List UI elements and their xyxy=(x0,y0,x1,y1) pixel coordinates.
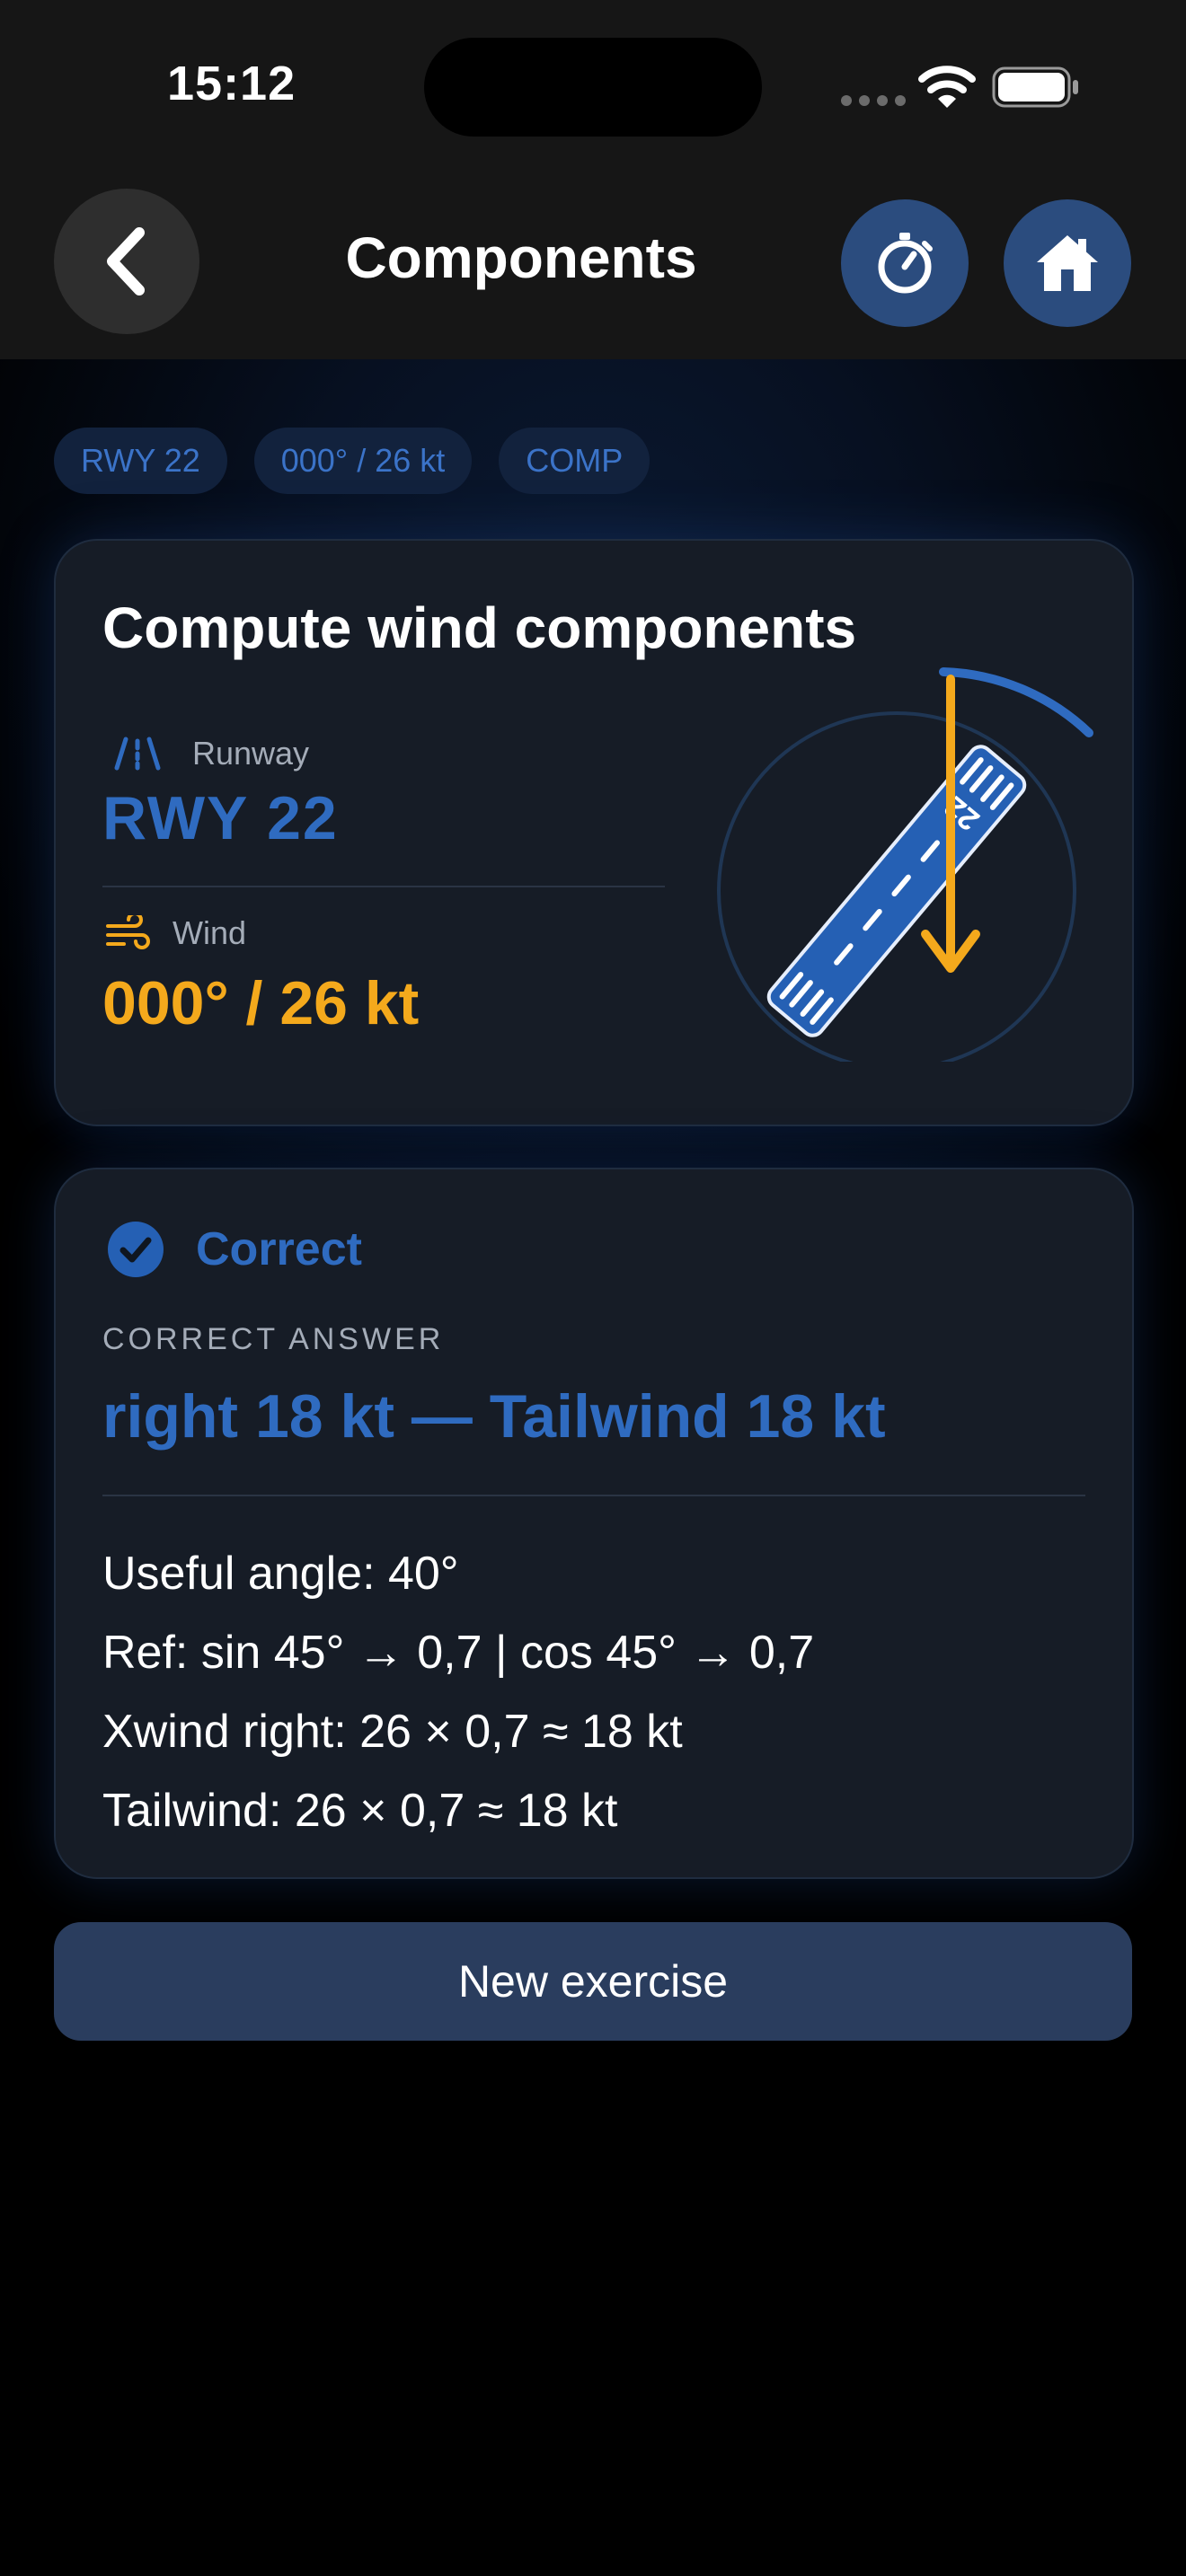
check-circle-icon xyxy=(108,1222,164,1277)
runway-label: Runway xyxy=(192,735,310,772)
status-time: 15:12 xyxy=(167,57,296,110)
explanation-line: Ref: sin 45° → 0,7 | cos 45° → 0,7 xyxy=(102,1627,815,1679)
explanation: Useful angle: 40° Ref: sin 45° → 0,7 | c… xyxy=(102,1534,814,1850)
result-status: Correct xyxy=(106,1220,362,1279)
divider xyxy=(102,1495,1085,1496)
chevron-left-icon xyxy=(107,227,145,296)
answer-caption: CORRECT ANSWER xyxy=(102,1322,445,1356)
cellular-signal-icon xyxy=(841,95,906,106)
explanation-line: Xwind right: 26 × 0,7 ≈ 18 kt xyxy=(102,1706,683,1758)
wind-icon xyxy=(106,915,150,949)
answer-value: right 18 kt — Tailwind 18 kt xyxy=(102,1382,886,1451)
status-text: Correct xyxy=(196,1223,362,1275)
wind-runway-diagram: 22 xyxy=(717,667,1093,1062)
wind-value: 000° / 26 kt xyxy=(102,969,420,1037)
explanation-line: Tailwind: 26 × 0,7 ≈ 18 kt xyxy=(102,1785,618,1837)
tag-chips: RWY 22 000° / 26 kt COMP xyxy=(54,428,651,494)
page-title: Components xyxy=(345,225,697,290)
explanation-line: Useful angle: 40° xyxy=(102,1548,459,1600)
wind-row: Wind xyxy=(104,914,246,952)
result-card: Correct CORRECT ANSWER right 18 kt — Tai… xyxy=(54,1168,1134,1879)
home-icon xyxy=(1037,235,1098,291)
screen: 15:12 Components RWY 22 000° / 26 kt COM… xyxy=(0,0,1186,2576)
chip-runway: RWY 22 xyxy=(54,428,227,494)
back-button[interactable] xyxy=(54,189,199,334)
question-card: Compute wind components Runway RWY 22 Wi… xyxy=(54,539,1134,1126)
dynamic-island xyxy=(424,38,762,137)
wind-arc xyxy=(939,667,1093,737)
chip-wind: 000° / 26 kt xyxy=(253,428,473,494)
runway-strip: 22 xyxy=(766,745,1027,1037)
stopwatch-icon xyxy=(878,233,933,294)
runway-icon xyxy=(114,737,161,771)
home-button[interactable] xyxy=(1004,199,1131,327)
battery-icon xyxy=(992,66,1078,108)
wind-label: Wind xyxy=(173,914,247,951)
new-exercise-button[interactable]: New exercise xyxy=(54,1922,1132,2041)
divider xyxy=(102,886,665,887)
runway-row: Runway xyxy=(106,735,309,772)
timer-button[interactable] xyxy=(841,199,969,327)
wifi-icon xyxy=(918,66,976,108)
chip-mode: COMP xyxy=(499,428,651,494)
header: 15:12 Components xyxy=(0,0,1186,359)
runway-value: RWY 22 xyxy=(102,784,339,852)
